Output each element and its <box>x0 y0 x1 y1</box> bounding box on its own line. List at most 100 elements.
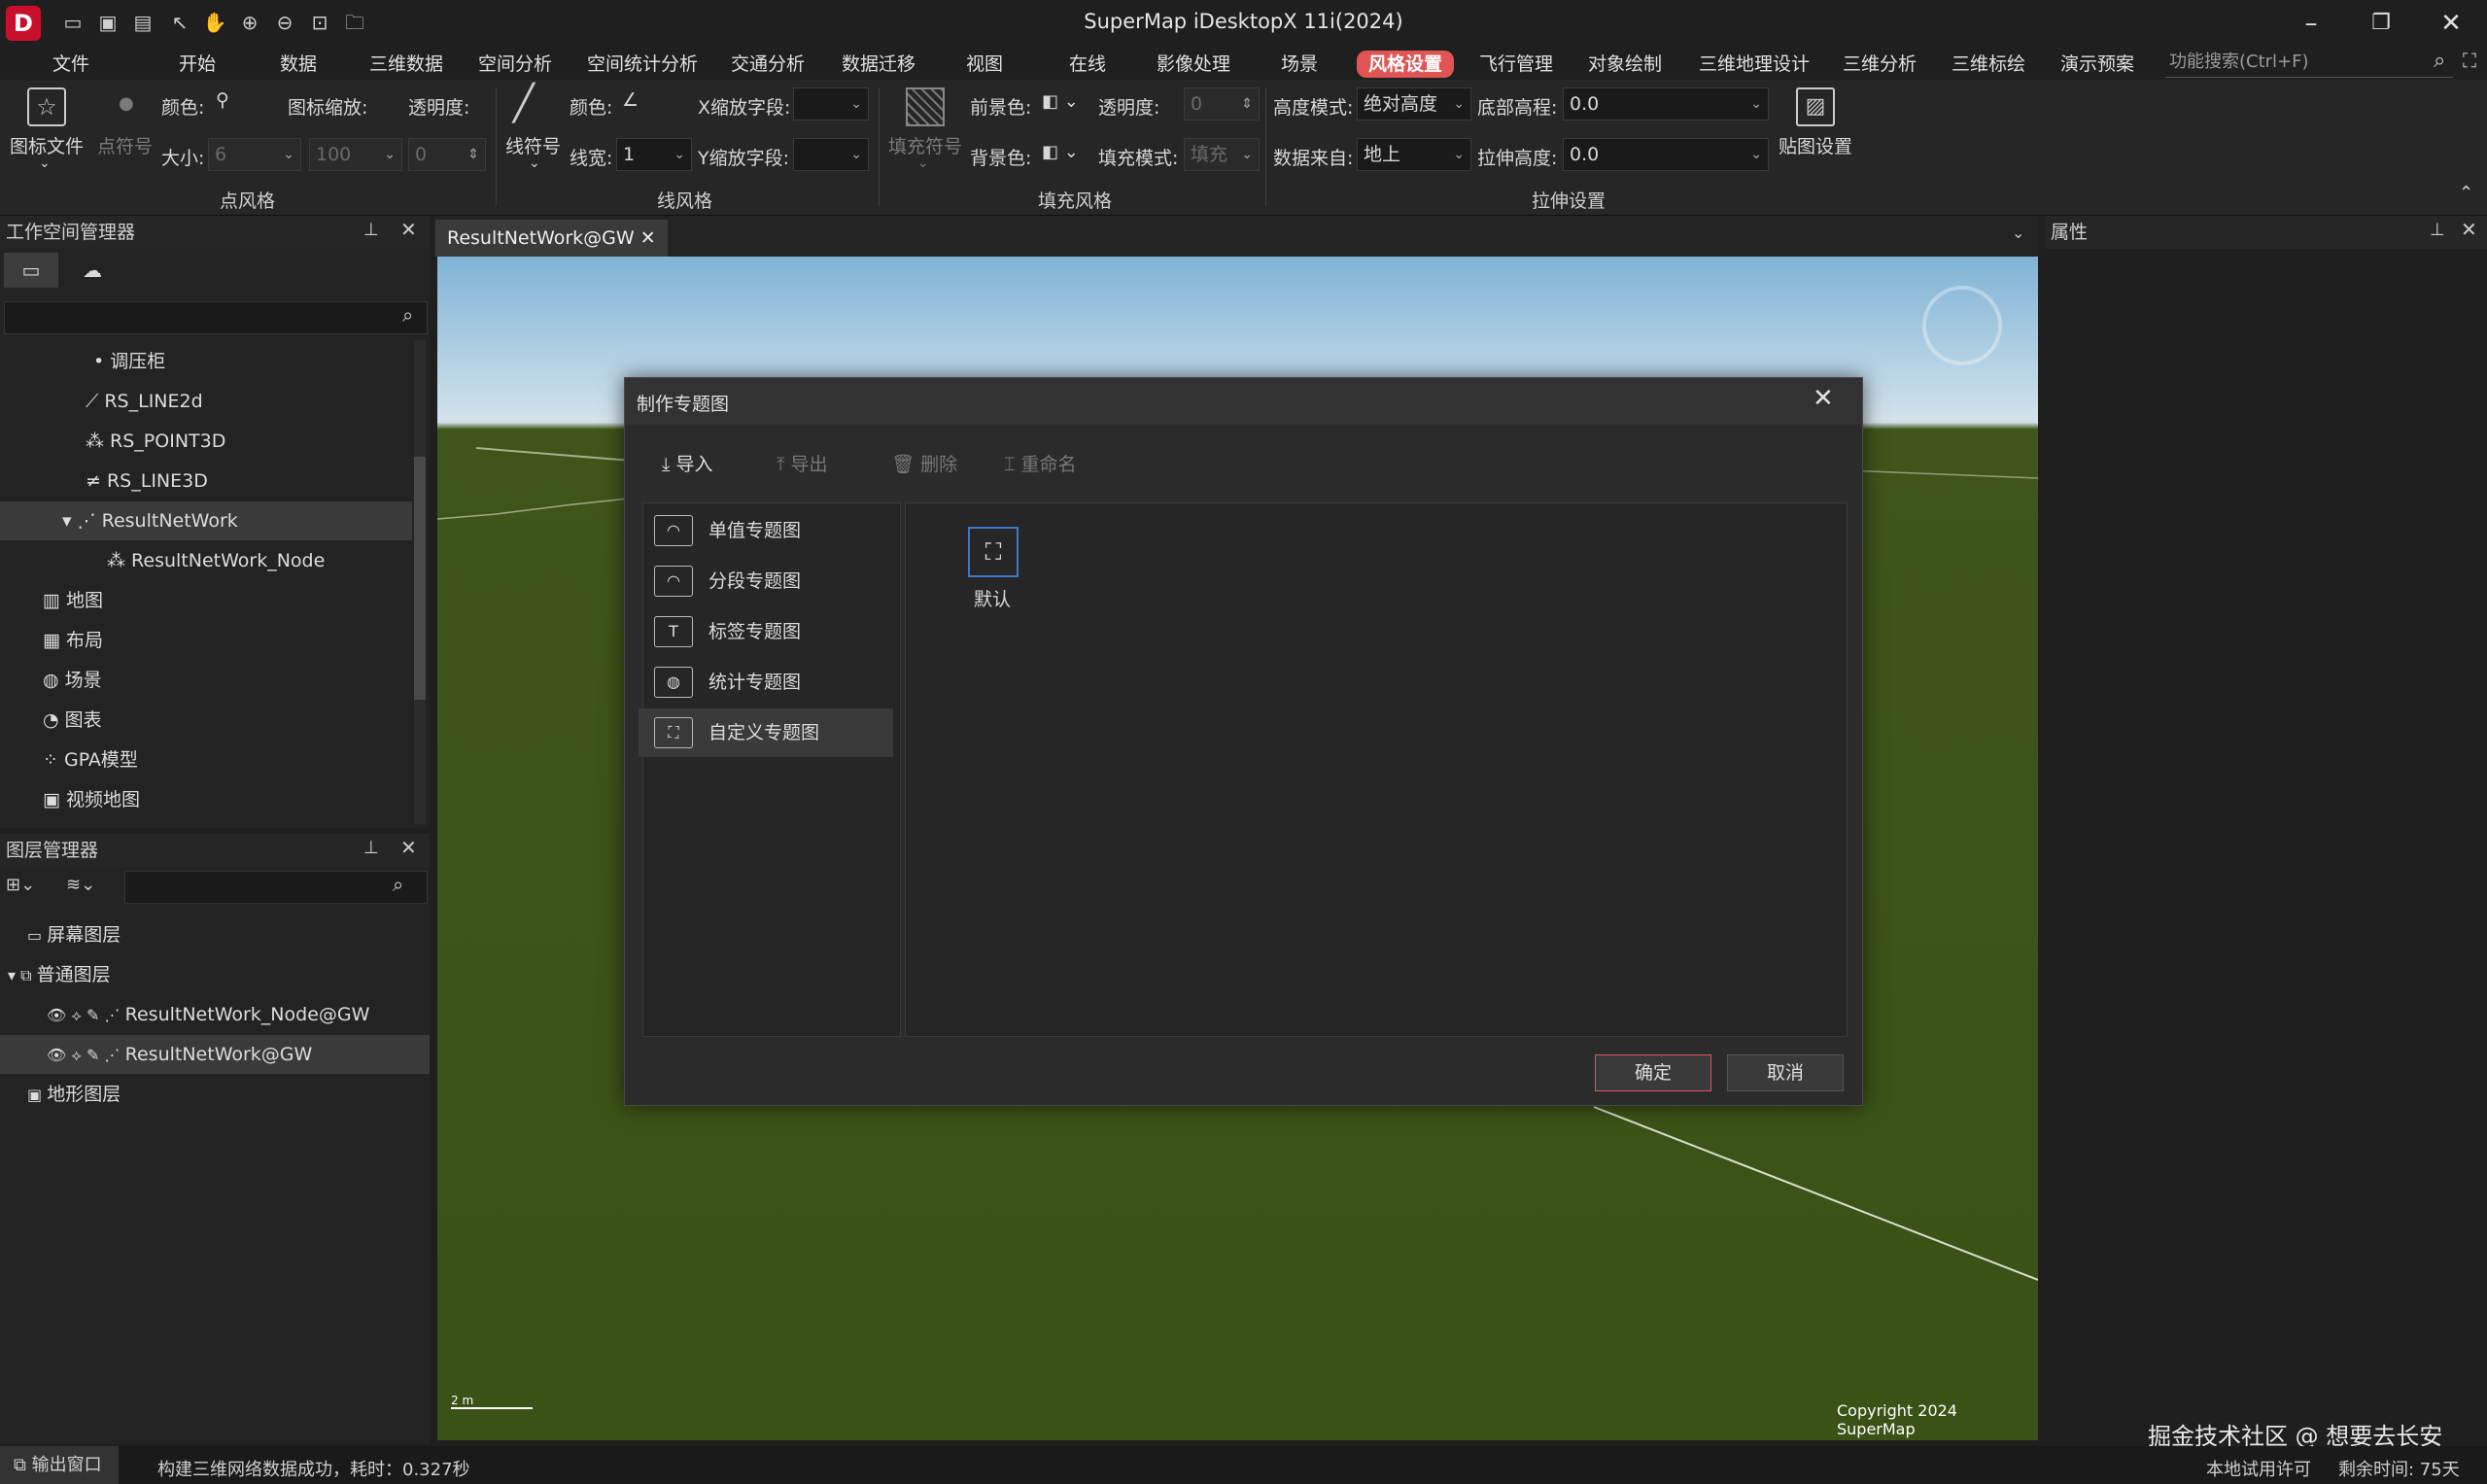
menu-item-7[interactable]: 数据迁移 <box>842 51 915 78</box>
search-icon[interactable]: ⌕ <box>402 303 413 327</box>
pin-icon[interactable]: ⊥ <box>363 220 379 240</box>
collapse-ribbon-icon[interactable]: ⌃ <box>2459 183 2473 203</box>
search-icon[interactable]: ⌕ <box>393 873 403 896</box>
workspace-item[interactable]: ⟋ RS_LINE2d <box>0 382 412 421</box>
y-scale-combo[interactable]: ⌄ <box>793 138 869 171</box>
terrain-layer-icon[interactable]: ▣ <box>27 1086 47 1104</box>
layer-style-icon[interactable]: ≋⌄ <box>66 875 95 895</box>
ok-button[interactable]: 确定 <box>1595 1054 1711 1091</box>
point-color-picker[interactable]: ⚲ <box>216 89 229 111</box>
chevron-down-icon[interactable]: ⌄ <box>39 155 51 171</box>
data-source-combo[interactable]: 地上 ⌄ <box>1357 138 1471 171</box>
search-icon[interactable]: ⌕ <box>2434 49 2445 73</box>
layer-item[interactable]: 👁 ⟡ ✎ ⋰ ResultNetWork@GW <box>0 1035 430 1074</box>
menu-item-18[interactable]: 演示预案 <box>2060 51 2134 78</box>
workspace-item[interactable]: ≠ RS_LINE3D <box>0 462 412 500</box>
delete-button[interactable]: 🗑 删除 <box>891 450 957 476</box>
output-window-button[interactable]: ⧉ 输出窗口 <box>0 1446 119 1484</box>
workspace-search-input[interactable] <box>4 301 428 334</box>
workspace-item[interactable]: ⁂ RS_POINT3D <box>0 422 412 461</box>
workspace-item[interactable]: ▦ 布局 <box>0 621 412 660</box>
icon-file-button[interactable]: 图标文件 <box>10 132 84 158</box>
rename-button[interactable]: ⌶ 重命名 <box>1004 450 1076 476</box>
line-width-combo[interactable]: 1 ⌄ <box>616 138 692 171</box>
close-button[interactable]: ✕ <box>2422 6 2480 41</box>
pin-icon[interactable]: ⊥ <box>2430 220 2445 240</box>
close-icon[interactable]: ✕ <box>400 218 417 241</box>
minimize-button[interactable]: – <box>2282 6 2340 41</box>
workspace-item[interactable]: ▾ ⋰ ResultNetWork <box>0 501 412 540</box>
layer-item[interactable]: ▣ 地形图层 <box>0 1075 430 1114</box>
layer-item[interactable]: ▭ 屏幕图层 <box>0 915 430 954</box>
menu-item-3[interactable]: 三维数据 <box>369 51 443 78</box>
menu-item-2[interactable]: 数据 <box>280 51 317 78</box>
select-icon[interactable]: ↖ <box>167 10 192 35</box>
dialog-close-icon[interactable]: ✕ <box>1813 384 1834 413</box>
workspace-item[interactable]: • 调压柜 <box>0 342 412 381</box>
fullscreen-icon[interactable]: ⛶ <box>2463 49 2476 72</box>
close-icon[interactable]: ✕ <box>2461 218 2477 241</box>
point-opacity-spinner[interactable]: 0 ⇕ <box>408 138 486 171</box>
layer-item[interactable]: ▾ ⧉ 普通图层 <box>0 955 430 994</box>
height-mode-combo[interactable]: 绝对高度 ⌄ <box>1357 87 1471 121</box>
extrude-height-combo[interactable]: 0.0 ⌄ <box>1563 138 1769 171</box>
scrollbar[interactable] <box>414 340 426 824</box>
cancel-button[interactable]: 取消 <box>1727 1054 1844 1091</box>
import-button[interactable]: ⤓ 导入 <box>662 450 712 476</box>
menu-item-1[interactable]: 开始 <box>179 51 216 78</box>
point-symbol-button[interactable]: 点符号 <box>97 132 153 158</box>
menu-item-13[interactable]: 飞行管理 <box>1479 51 1553 78</box>
close-icon[interactable]: ✕ <box>640 227 656 249</box>
menu-item-5[interactable]: 空间统计分析 <box>587 51 698 78</box>
workspace-item[interactable]: ⁘ GPA模型 <box>0 741 412 779</box>
zoom-out-icon[interactable]: ⊖ <box>272 10 297 35</box>
function-search-input[interactable]: 功能搜索(Ctrl+F) <box>2165 49 2453 78</box>
theme-type-item[interactable]: ⛶ 自定义专题图 <box>639 708 893 757</box>
line-symbol-button[interactable]: 线符号 <box>505 132 561 158</box>
chevron-down-icon[interactable]: ⌄ <box>2012 224 2024 242</box>
fill-symbol-button[interactable]: 填充符号 <box>888 132 962 158</box>
save-as-icon[interactable]: ▣ <box>95 10 121 35</box>
zoom-in-icon[interactable]: ⊕ <box>237 10 262 35</box>
menu-item-16[interactable]: 三维分析 <box>1843 51 1917 78</box>
workspace-item[interactable]: ◍ 场景 <box>0 661 412 700</box>
theme-type-item[interactable]: ◠ 分段专题图 <box>639 557 893 605</box>
size-combo[interactable]: 6 ⌄ <box>208 138 301 171</box>
line-color-picker[interactable]: ∠ <box>622 89 639 111</box>
screen-layer-icon[interactable]: ▭ <box>27 926 47 945</box>
save-all-icon[interactable]: ▤ <box>130 10 155 35</box>
compass-icon[interactable] <box>1922 286 2002 365</box>
foreground-color-picker[interactable]: ◧ ⌄ <box>1042 91 1079 112</box>
save-icon[interactable]: ▭ <box>60 10 86 35</box>
chevron-down-icon[interactable]: ⌄ <box>529 155 540 171</box>
layer-toggles-icon[interactable]: 👁 ⟡ ✎ ⋰ <box>47 1046 125 1064</box>
texture-settings-button[interactable]: 贴图设置 <box>1779 132 1852 158</box>
full-extent-icon[interactable]: ⊡ <box>307 10 332 35</box>
menu-item-8[interactable]: 视图 <box>966 51 1003 78</box>
normal-layer-icon[interactable]: ▾ ⧉ <box>8 966 37 984</box>
texture-icon[interactable]: ▨ <box>1796 87 1835 126</box>
bottom-altitude-combo[interactable]: 0.0 ⌄ <box>1563 87 1769 121</box>
workspace-item[interactable]: ▣ 视频地图 <box>0 780 412 819</box>
add-layer-icon[interactable]: ⊞⌄ <box>6 875 35 895</box>
open-folder-icon[interactable]: 🗀 <box>342 10 367 35</box>
icon-file-icon[interactable]: ☆ <box>27 87 66 126</box>
menu-item-6[interactable]: 交通分析 <box>731 51 805 78</box>
menu-item-9[interactable]: 在线 <box>1069 51 1106 78</box>
theme-type-item[interactable]: T 标签专题图 <box>639 607 893 656</box>
tab-resultnetwork-gw[interactable]: ResultNetWork@GW ✕ <box>435 220 668 257</box>
menu-item-0[interactable]: 文件 <box>52 51 89 78</box>
workspace-item[interactable]: ◔ 图表 <box>0 701 412 740</box>
layer-item[interactable]: 👁 ⟡ ✎ ⋰ ResultNetWork_Node@GW <box>0 995 430 1034</box>
fill-opacity-spinner[interactable]: 0 ⇕ <box>1184 87 1260 121</box>
pin-icon[interactable]: ⊥ <box>363 838 379 858</box>
workspace-item[interactable]: ▥ 地图 <box>0 581 412 620</box>
layer-search-input[interactable] <box>124 871 428 904</box>
template-default[interactable]: 默认 <box>974 585 1011 611</box>
pan-icon[interactable]: ✋ <box>202 10 227 35</box>
fill-symbol-icon[interactable] <box>906 87 945 126</box>
workspace-item[interactable]: ⁂ ResultNetWork_Node <box>0 541 412 580</box>
restore-button[interactable]: ❐ <box>2352 6 2410 41</box>
close-icon[interactable]: ✕ <box>400 836 417 859</box>
export-button[interactable]: ⤒ 导出 <box>777 450 827 476</box>
